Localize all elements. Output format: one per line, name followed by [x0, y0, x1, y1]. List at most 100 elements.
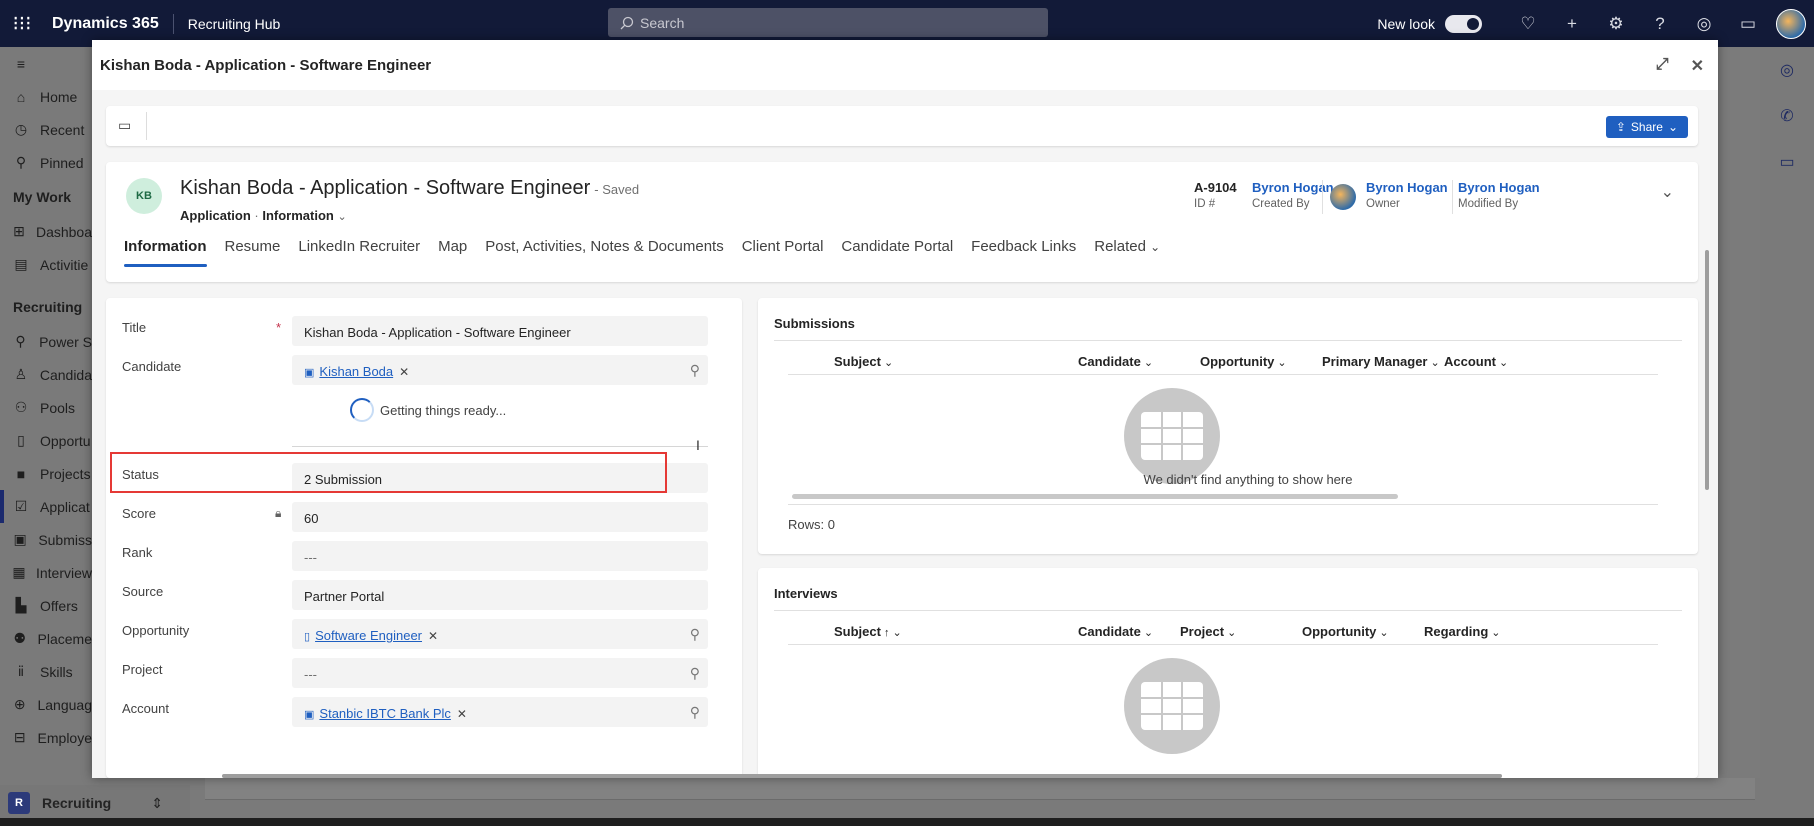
search-placeholder: Search [640, 14, 685, 31]
remove-icon[interactable]: ✕ [457, 707, 467, 721]
chevron-down-icon[interactable]: ⌄ [1661, 182, 1674, 202]
nav-item-recent[interactable]: ◷ Recent [0, 113, 92, 146]
vertical-scrollbar[interactable] [1705, 250, 1709, 490]
search-icon[interactable]: ⚲ [690, 665, 700, 682]
help-icon[interactable]: ? [1638, 14, 1682, 34]
nav-item-activities[interactable]: ▤ Activitie [0, 248, 92, 281]
people-icon: ⚇ [14, 399, 28, 415]
subgrid-title: Interviews [774, 586, 838, 601]
nav-item-dashboards[interactable]: ⊞ Dashboa [0, 215, 92, 248]
nav-item-submissions[interactable]: ▣ Submiss [0, 523, 92, 556]
column-header-primary-manager[interactable]: Primary Manager ⌄ [1322, 354, 1440, 369]
tab-information[interactable]: Information [124, 238, 216, 267]
app-name[interactable]: Dynamics 365 [44, 13, 174, 34]
lightbulb-icon[interactable]: ♡ [1506, 14, 1550, 34]
opportunity-lookup[interactable]: ▯ Software Engineer ✕ ⚲ [292, 619, 708, 649]
nav-item-placements[interactable]: ⚉ Placeme [0, 622, 92, 655]
owner-link[interactable]: Byron Hogan [1366, 180, 1448, 195]
share-icon: ⇪ [1615, 120, 1626, 134]
project-lookup[interactable]: --- ⚲ [292, 658, 708, 688]
copilot-icon[interactable]: ◎ [1760, 47, 1814, 93]
column-header-account[interactable]: Account ⌄ [1444, 354, 1508, 369]
nav-item-pinned[interactable]: ⚲ Pinned [0, 146, 92, 179]
tab-post-activities[interactable]: Post, Activities, Notes & Documents [476, 238, 732, 267]
header-field-label: Owner [1366, 198, 1400, 210]
area-switcher[interactable]: R Recruiting ⇕ [0, 785, 190, 821]
hamburger-icon[interactable]: ≡ [0, 47, 92, 80]
search-icon[interactable]: ⚲ [690, 626, 700, 643]
plus-icon[interactable]: + [1550, 14, 1594, 34]
nav-item-candidates[interactable]: ♙ Candida [0, 358, 92, 391]
nav-item-opportunities[interactable]: ▯ Opportu [0, 424, 92, 457]
account-link[interactable]: Stanbic IBTC Bank Plc [319, 706, 451, 721]
tab-linkedin-recruiter[interactable]: LinkedIn Recruiter [289, 238, 429, 267]
gear-icon[interactable]: ⚙ [1594, 14, 1638, 34]
copilot-icon[interactable]: ◎ [1682, 14, 1726, 34]
account-lookup[interactable]: ▣ Stanbic IBTC Bank Plc ✕ ⚲ [292, 697, 708, 727]
chat-icon[interactable]: ▭ [1726, 14, 1770, 34]
close-icon[interactable]: ✕ [1691, 56, 1704, 76]
checkbox-icon: ☑ [14, 498, 28, 514]
horizontal-scrollbar[interactable] [222, 774, 1502, 778]
user-avatar[interactable] [1776, 8, 1806, 39]
nav-label: Interview [35, 564, 92, 581]
search-input[interactable]: Search [608, 8, 1048, 37]
form-selector[interactable]: Information [262, 208, 334, 223]
nav-item-skills[interactable]: ⅱ Skills [0, 655, 92, 688]
column-header-candidate[interactable]: Candidate ⌄ [1078, 354, 1153, 369]
nav-item-offers[interactable]: ▙ Offers [0, 589, 92, 622]
chat-icon[interactable]: ▭ [1760, 139, 1814, 185]
column-header-project[interactable]: Project ⌄ [1180, 624, 1236, 639]
tab-candidate-portal[interactable]: Candidate Portal [832, 238, 962, 267]
nav-item-languages[interactable]: ⊕ Languag [0, 688, 92, 721]
phone-icon[interactable]: ✆ [1760, 93, 1814, 139]
app-launcher-icon[interactable]: ⁝⁝⁝ [0, 0, 44, 47]
remove-icon[interactable]: ✕ [399, 365, 409, 379]
tab-feedback-links[interactable]: Feedback Links [962, 238, 1085, 267]
nav-item-applications[interactable]: ☑ Applicat [0, 490, 92, 523]
nav-item-power-search[interactable]: ⚲ Power S [0, 325, 92, 358]
nav-item-pools[interactable]: ⚇ Pools [0, 391, 92, 424]
field-candidate: Candidate ▣ Kishan Boda ✕ ⚲ [106, 347, 742, 387]
new-look-toggle[interactable] [1445, 14, 1482, 33]
source-select[interactable]: Partner Portal [292, 580, 708, 610]
column-header-opportunity[interactable]: Opportunity ⌄ [1302, 624, 1389, 639]
empty-grid-icon [1124, 658, 1220, 754]
modified-by-link[interactable]: Byron Hogan [1458, 180, 1540, 195]
column-header-candidate[interactable]: Candidate ⌄ [1078, 624, 1153, 639]
nav-item-projects[interactable]: ■ Projects [0, 457, 92, 490]
hub-name[interactable]: Recruiting Hub [174, 16, 281, 32]
new-window-icon[interactable]: ▭ [118, 117, 131, 134]
header-field-label: ID # [1194, 198, 1216, 210]
search-icon[interactable]: ⚲ [690, 704, 700, 721]
remove-icon[interactable]: ✕ [428, 629, 438, 643]
divider [774, 340, 1682, 341]
column-header-regarding[interactable]: Regarding ⌄ [1424, 624, 1501, 639]
owner-avatar[interactable] [1330, 184, 1356, 210]
rank-input[interactable]: --- [292, 541, 708, 571]
share-button[interactable]: ⇪ Share ⌄ [1605, 116, 1688, 138]
nav-item-interviews[interactable]: ▦ Interview [0, 556, 92, 589]
chevron-down-icon: ⌄ [1491, 627, 1501, 639]
column-header-subject[interactable]: Subject ↑ ⌄ [834, 624, 902, 639]
candidate-link[interactable]: Kishan Boda [319, 364, 393, 379]
field-label: Project [122, 662, 163, 677]
field-label: Candidate [122, 359, 182, 374]
horizontal-scrollbar[interactable] [792, 494, 1398, 499]
column-label: Candidate [1078, 624, 1141, 639]
expand-icon[interactable]: ⤢ [1656, 56, 1669, 76]
lock-icon: 🔒︎ [275, 506, 282, 520]
nav-item-employers[interactable]: ⊟ Employe [0, 721, 92, 754]
column-header-subject[interactable]: Subject ⌄ [834, 354, 893, 369]
candidate-lookup[interactable]: ▣ Kishan Boda ✕ ⚲ [292, 355, 708, 385]
tab-related[interactable]: Related ⌄ [1085, 238, 1169, 267]
command-bar: ▭ ⇪ Share ⌄ [106, 106, 1698, 146]
column-header-opportunity[interactable]: Opportunity ⌄ [1200, 354, 1287, 369]
tab-resume[interactable]: Resume [216, 238, 290, 267]
title-input[interactable]: Kishan Boda - Application - Software Eng… [292, 316, 708, 346]
search-icon[interactable]: ⚲ [690, 362, 700, 379]
tab-client-portal[interactable]: Client Portal [733, 238, 833, 267]
nav-item-home[interactable]: ⌂ Home [0, 80, 92, 113]
tab-map[interactable]: Map [429, 238, 476, 267]
opportunity-link[interactable]: Software Engineer [315, 628, 422, 643]
